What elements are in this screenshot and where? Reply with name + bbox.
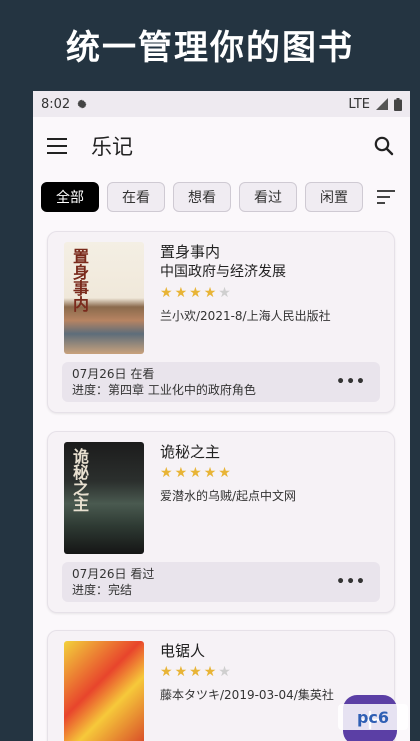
progress-box: 07月26日 看过 进度：完结 ••• <box>62 562 380 602</box>
filter-reading[interactable]: 在看 <box>107 182 165 212</box>
star-icon: ★ <box>160 285 173 301</box>
cover-title: 诡秘之主 <box>70 448 89 512</box>
status-network: LTE <box>348 96 370 112</box>
book-card[interactable]: 诡秘之主 诡秘之主 ★ ★ ★ ★ ★ 爱潜水的乌贼/起点中文网 07月26日 … <box>47 431 395 613</box>
book-meta: 兰小欢/2021-8/上海人民出版社 <box>160 309 331 323</box>
progress-box: 07月26日 在看 进度：第四章 工业化中的政府角色 ••• <box>62 362 380 402</box>
star-icon: ★ <box>189 465 202 481</box>
progress-line: 进度：第四章 工业化中的政府角色 <box>72 383 256 397</box>
promo-headline: 统一管理你的图书 <box>66 28 354 68</box>
star-icon: ★ <box>203 664 217 680</box>
book-card[interactable]: 置身事内 置身事内 中国政府与经济发展 ★ ★ ★ ★ ★ 兰小欢/2021-8… <box>47 231 395 413</box>
search-icon[interactable] <box>372 134 396 158</box>
more-options-icon[interactable]: ••• <box>336 374 366 390</box>
filter-all[interactable]: 全部 <box>41 182 99 212</box>
signal-icon <box>376 98 388 110</box>
book-subtitle: 中国政府与经济发展 <box>160 264 286 280</box>
star-icon: ★ <box>218 465 231 481</box>
book-meta: 爱潜水的乌贼/起点中文网 <box>160 489 297 503</box>
settings-gear-icon <box>77 99 87 109</box>
star-icon: ★ <box>160 664 173 680</box>
status-time: 8:02 <box>41 96 71 112</box>
star-empty-icon: ★ <box>218 664 231 680</box>
star-empty-icon: ★ <box>218 285 231 301</box>
book-title: 置身事内 <box>160 243 221 261</box>
battery-icon <box>394 97 402 111</box>
app-title: 乐记 <box>91 135 133 159</box>
book-title: 诡秘之主 <box>160 443 221 461</box>
star-icon: ★ <box>203 465 217 481</box>
status-bar: 8:02 LTE <box>33 91 410 117</box>
star-icon: ★ <box>174 664 188 680</box>
phone-screen: 8:02 LTE 乐记 全部 在看 想看 看过 闲置 置身事内 置身事内 中国政… <box>33 91 410 741</box>
star-icon: ★ <box>160 465 173 481</box>
book-cover: 诡秘之主 <box>64 442 144 554</box>
star-icon: ★ <box>189 285 202 301</box>
filter-want[interactable]: 想看 <box>173 182 231 212</box>
menu-icon[interactable] <box>47 136 73 156</box>
status-line: 07月26日 在看 <box>72 367 155 381</box>
book-cover: 置身事内 <box>64 242 144 354</box>
book-title: 电锯人 <box>160 642 206 660</box>
book-cover <box>64 641 144 741</box>
book-meta: 藤本タツキ/2019-03-04/集英社 <box>160 688 334 702</box>
rating-stars: ★ ★ ★ ★ ★ <box>160 465 296 481</box>
watermark: pc6 <box>338 704 408 730</box>
star-icon: ★ <box>189 664 202 680</box>
sort-icon[interactable] <box>377 190 395 204</box>
rating-stars: ★ ★ ★ ★ ★ <box>160 285 331 301</box>
rating-stars: ★ ★ ★ ★ ★ <box>160 664 334 680</box>
filter-read[interactable]: 看过 <box>239 182 297 212</box>
filter-chips: 全部 在看 想看 看过 闲置 <box>33 175 410 219</box>
star-icon: ★ <box>174 285 188 301</box>
cover-title: 置身事内 <box>70 248 89 312</box>
filter-idle[interactable]: 闲置 <box>305 182 363 212</box>
app-bar: 乐记 <box>33 117 410 175</box>
status-line: 07月26日 看过 <box>72 567 155 581</box>
more-options-icon[interactable]: ••• <box>336 574 366 590</box>
star-icon: ★ <box>203 285 217 301</box>
progress-line: 进度：完结 <box>72 583 133 597</box>
star-icon: ★ <box>174 465 188 481</box>
